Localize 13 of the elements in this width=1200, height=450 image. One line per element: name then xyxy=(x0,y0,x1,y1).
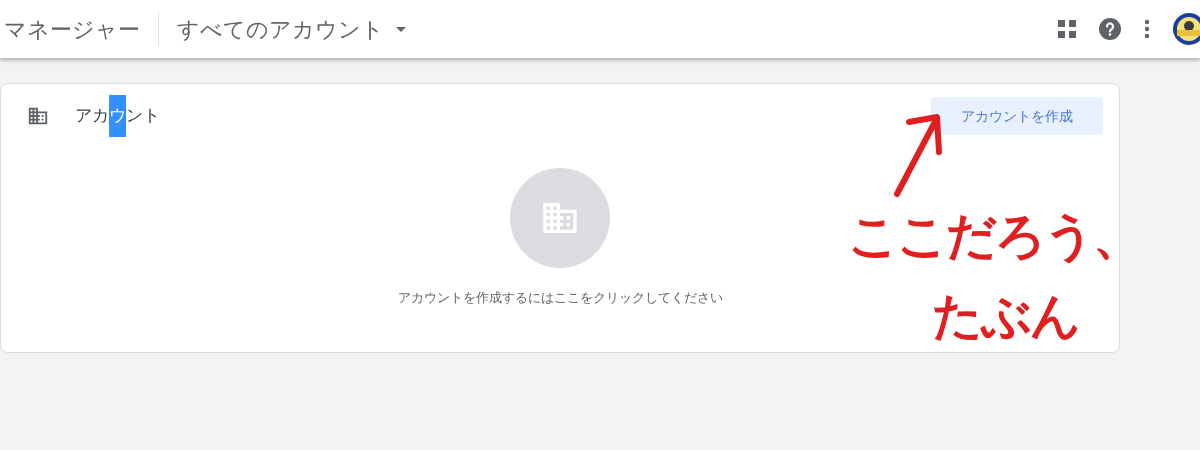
more-options-icon[interactable] xyxy=(1144,19,1150,39)
create-account-button[interactable]: アカウントを作成 xyxy=(931,97,1103,135)
empty-state-message: アカウントを作成するにはここをクリックしてください xyxy=(397,289,723,307)
help-icon[interactable] xyxy=(1098,17,1122,41)
account-selector[interactable]: すべてのアカウント xyxy=(177,12,406,46)
handwritten-note: たぶん xyxy=(932,287,1080,346)
apps-grid-icon[interactable] xyxy=(1058,20,1076,38)
avatar[interactable] xyxy=(1172,12,1200,46)
dropdown-caret-icon xyxy=(396,26,406,32)
product-name: マネージャー xyxy=(4,15,140,44)
card-title: アカ ウ ント xyxy=(75,95,160,137)
handwritten-note: ここだろう、 xyxy=(848,207,1141,266)
building-icon xyxy=(27,105,49,127)
